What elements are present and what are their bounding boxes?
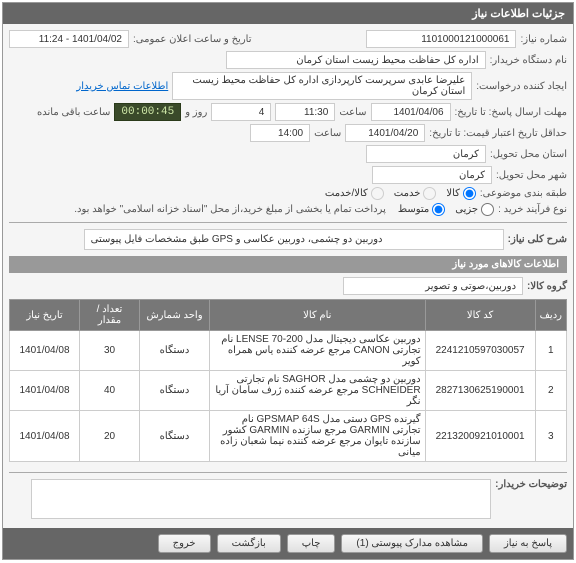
cell-name: گیرنده GPS دستی مدل GPSMAP 64S نام تجارت…: [210, 411, 426, 462]
form-area: شماره نیاز: 1101000121000061 تاریخ و ساع…: [3, 24, 573, 528]
city-label: شهر محل تحویل:: [496, 170, 567, 181]
print-button[interactable]: چاپ: [287, 534, 336, 553]
radio-goods-label: کالا: [446, 188, 460, 199]
remain-label: ساعت باقی مانده: [37, 107, 110, 118]
cell-unit: دستگاه: [140, 411, 210, 462]
valid-time: 14:00: [250, 124, 310, 142]
cell-row: 1: [535, 331, 566, 371]
radio-service-label: خدمت: [394, 188, 421, 199]
goods-table: ردیف کد کالا نام کالا واحد شمارش تعداد /…: [9, 299, 567, 462]
table-row[interactable]: 22827130625190001دوربین دو چشمی مدل SAGH…: [10, 371, 567, 411]
announce-label: تاریخ و ساعت اعلان عمومی:: [133, 34, 252, 45]
process-label: نوع فرآیند خرید :: [498, 204, 567, 215]
hour-label-2: ساعت: [314, 128, 341, 139]
cell-row: 2: [535, 371, 566, 411]
table-row[interactable]: 32213200921010001گیرنده GPS دستی مدل GPS…: [10, 411, 567, 462]
countdown-timer: 00:00:45: [114, 103, 181, 121]
cell-date: 1401/04/08: [10, 371, 80, 411]
cell-qty: 40: [80, 371, 140, 411]
attachments-button[interactable]: مشاهده مدارک پیوستی (1): [341, 534, 483, 553]
hour-label-1: ساعت: [339, 107, 366, 118]
desc-label: شرح کلی نیاز:: [508, 234, 567, 245]
radio-both-input[interactable]: [371, 187, 384, 200]
table-header-row: ردیف کد کالا نام کالا واحد شمارش تعداد /…: [10, 300, 567, 331]
radio-both-label: کالا/خدمت: [325, 188, 368, 199]
radio-minor-label: جزیی: [455, 204, 478, 215]
radio-service-input[interactable]: [423, 187, 436, 200]
need-no-label: شماره نیاز:: [520, 34, 567, 45]
radio-both[interactable]: کالا/خدمت: [325, 187, 384, 200]
deadline-date: 1401/04/06: [371, 103, 451, 121]
process-radio-group: جزیی متوسط: [398, 203, 494, 216]
city-value: کرمان: [372, 166, 492, 184]
days-remain: 4: [211, 103, 271, 121]
buyer-notes-box: [31, 479, 491, 519]
radio-goods-input[interactable]: [463, 187, 476, 200]
footer-bar: پاسخ به نیاز مشاهده مدارک پیوستی (1) چاپ…: [3, 528, 573, 559]
cell-name: دوربین دو چشمی مدل SAGHOR نام تجارتی SCH…: [210, 371, 426, 411]
need-no-value: 1101000121000061: [366, 30, 516, 48]
th-unit: واحد شمارش: [140, 300, 210, 331]
radio-service[interactable]: خدمت: [394, 187, 437, 200]
back-button[interactable]: بازگشت: [217, 534, 281, 553]
goods-group-value: دوربین،صوتی و تصویر: [343, 277, 523, 295]
cell-row: 3: [535, 411, 566, 462]
cell-unit: دستگاه: [140, 331, 210, 371]
cell-qty: 30: [80, 331, 140, 371]
reply-button[interactable]: پاسخ به نیاز: [489, 534, 567, 553]
th-row: ردیف: [535, 300, 566, 331]
dayhour-label: روز و: [185, 107, 207, 118]
th-date: تاریخ نیاز: [10, 300, 80, 331]
cell-name: دوربین عکاسی دیجیتال مدل LENSE 70-200 نا…: [210, 331, 426, 371]
radio-medium-label: متوسط: [398, 204, 429, 215]
radio-minor-input[interactable]: [481, 203, 494, 216]
category-radio-group: کالا خدمت کالا/خدمت: [325, 187, 476, 200]
desc-value: دوربین دو چشمی، دوربین عکاسی و GPS طبق م…: [84, 229, 504, 250]
radio-minor[interactable]: جزیی: [455, 203, 494, 216]
cell-qty: 20: [80, 411, 140, 462]
exit-button[interactable]: خروج: [158, 534, 211, 553]
goods-group-label: گروه کالا:: [527, 281, 567, 292]
cell-code: 2213200921010001: [425, 411, 535, 462]
buyer-org-label: نام دستگاه خریدار:: [490, 55, 567, 66]
cell-date: 1401/04/08: [10, 331, 80, 371]
deadline-label: مهلت ارسال پاسخ: تا تاریخ:: [455, 107, 567, 118]
details-panel: جزئیات اطلاعات نیاز شماره نیاز: 11010001…: [2, 2, 574, 560]
th-qty: تعداد / مقدار: [80, 300, 140, 331]
valid-date: 1401/04/20: [345, 124, 425, 142]
cell-unit: دستگاه: [140, 371, 210, 411]
cell-code: 2241210597030057: [425, 331, 535, 371]
pay-note: پرداخت تمام یا بخشی از مبلغ خرید،از محل …: [74, 204, 386, 215]
cell-date: 1401/04/08: [10, 411, 80, 462]
buyer-notes-label: توضیحات خریدار:: [495, 479, 567, 490]
panel-title: جزئیات اطلاعات نیاز: [3, 3, 573, 24]
contact-link[interactable]: اطلاعات تماس خریدار: [76, 81, 168, 92]
creator-value: علیرضا عابدی سرپرست کارپردازی اداره کل ح…: [172, 72, 472, 100]
radio-medium-input[interactable]: [432, 203, 445, 216]
province-label: استان محل تحویل:: [490, 149, 567, 160]
category-label: طبقه بندی موضوعی:: [480, 188, 567, 199]
valid-until-label: حداقل تاریخ اعتبار قیمت: تا تاریخ:: [429, 128, 567, 139]
radio-goods[interactable]: کالا: [446, 187, 476, 200]
buyer-org-value: اداره کل حفاظت محیط زیست استان کرمان: [226, 51, 486, 69]
goods-section-header: اطلاعات کالاهای مورد نیاز: [9, 256, 567, 273]
deadline-time: 11:30: [275, 103, 335, 121]
cell-code: 2827130625190001: [425, 371, 535, 411]
creator-label: ایجاد کننده درخواست:: [476, 81, 567, 92]
table-row[interactable]: 12241210597030057دوربین عکاسی دیجیتال مد…: [10, 331, 567, 371]
announce-value: 1401/04/02 - 11:24: [9, 30, 129, 48]
th-name: نام کالا: [210, 300, 426, 331]
radio-medium[interactable]: متوسط: [398, 203, 445, 216]
province-value: کرمان: [366, 145, 486, 163]
th-code: کد کالا: [425, 300, 535, 331]
